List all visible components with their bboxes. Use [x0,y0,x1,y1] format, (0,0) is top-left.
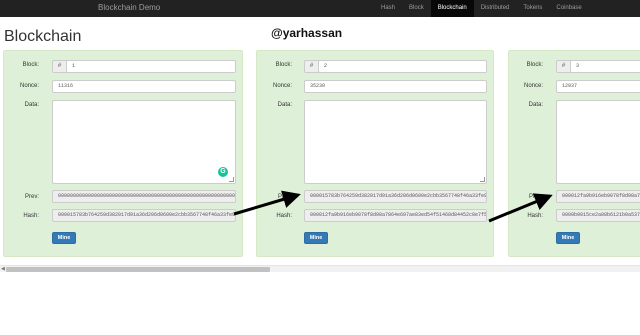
nav-item-distributed[interactable]: Distributed [474,0,517,17]
prev-label: Prev: [24,194,39,200]
block-label: Block: [275,62,292,68]
block-number-addon: # [304,60,319,73]
nonce-label: Nonce: [523,83,543,89]
block-card-1: Block: # 1 Nonce: 11316 Data: G Prev: 00… [3,50,243,257]
block-number-input[interactable]: 3 [570,60,640,73]
scrollbar-thumb[interactable] [6,267,270,272]
nav-item-blockchain[interactable]: Blockchain [430,0,474,17]
hash-label: Hash: [527,213,543,219]
nonce-input[interactable]: 12937 [556,80,640,93]
watermark-text: @yarhassan [271,26,343,40]
hash-field: 000015783b764259d382017d91a36d206d0600e2… [52,209,236,222]
prev-label: Prev: [277,194,292,200]
data-textarea[interactable] [52,100,236,184]
block-number-input[interactable]: 1 [66,60,236,73]
grammarly-icon[interactable]: G [218,167,228,177]
brand-link[interactable]: Blockchain Demo [98,3,160,12]
scroll-left-arrow-icon[interactable]: ◀ [1,266,5,272]
data-label: Data: [528,102,543,108]
nav-item-hash[interactable]: Hash [374,0,402,17]
block-card-2: Block: # 2 Nonce: 35230 Data: Prev: 0000… [256,50,494,257]
data-label: Data: [277,102,292,108]
mine-button[interactable]: Mine [52,232,76,244]
data-textarea[interactable] [556,100,640,184]
page-title: Blockchain [4,28,82,45]
mine-button[interactable]: Mine [556,232,580,244]
block-number-addon: # [556,60,571,73]
nonce-input[interactable]: 11316 [52,80,236,93]
horizontal-scrollbar[interactable]: ◀ [0,265,640,272]
hash-label: Hash: [23,213,39,219]
data-label: Data: [24,102,39,108]
block-number-addon: # [52,60,67,73]
nav-menu: Hash Block Blockchain Distributed Tokens… [374,0,589,17]
top-navbar: Blockchain Demo Hash Block Blockchain Di… [0,0,640,17]
nonce-input[interactable]: 35230 [304,80,487,93]
resize-grip-icon[interactable] [229,177,234,182]
prev-hash-field: 000015783b764259d382017d91a36d206d0600e2… [304,190,487,203]
nav-item-tokens[interactable]: Tokens [516,0,549,17]
block-number-input[interactable]: 2 [318,60,487,73]
hash-label: Hash: [276,213,292,219]
block-card-3: Block: # 3 Nonce: 12937 Data: Prev: 0000… [508,50,640,257]
mine-button[interactable]: Mine [304,232,328,244]
nav-item-block[interactable]: Block [402,0,431,17]
prev-hash-field: 0000000000000000000000000000000000000000… [52,190,236,203]
block-label: Block: [526,62,543,68]
nonce-label: Nonce: [272,83,292,89]
hash-field: 0000b9015ce2a08b6121b0a537 [556,209,640,222]
hash-field: 000012fa9b916eb9078f8d98a7864e697ae83ed5… [304,209,487,222]
prev-label: Prev: [528,194,543,200]
nonce-label: Nonce: [19,83,39,89]
block-label: Block: [22,62,39,68]
prev-hash-field: 000012fa9b916eb9078f8d98a7864e697ae83ed5… [556,190,640,203]
nav-item-coinbase[interactable]: Coinbase [549,0,588,17]
data-textarea[interactable] [304,100,487,184]
resize-grip-icon[interactable] [480,177,485,182]
